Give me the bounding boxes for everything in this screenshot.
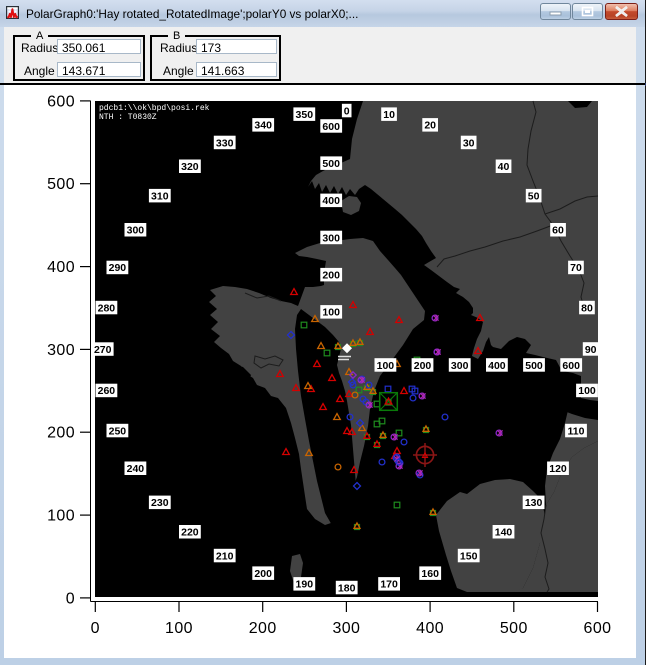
svg-text:300: 300 [47,342,75,359]
svg-text:100: 100 [165,620,193,637]
svg-text:400: 400 [416,620,444,637]
svg-text:220: 220 [181,527,199,539]
svg-text:0: 0 [91,620,100,637]
svg-text:200: 200 [414,360,432,372]
svg-text:NTH : T0830Z: NTH : T0830Z [99,113,157,122]
svg-text:500: 500 [500,620,528,637]
svg-text:300: 300 [127,225,145,237]
svg-text:100: 100 [47,508,75,525]
svg-text:170: 170 [380,579,398,591]
svg-text:100: 100 [377,360,395,372]
svg-text:290: 290 [109,262,127,274]
svg-text:120: 120 [549,463,567,475]
svg-text:70: 70 [570,262,582,274]
svg-text:330: 330 [216,137,234,149]
svg-text:190: 190 [296,579,314,591]
svg-text:160: 160 [421,568,439,580]
svg-text:90: 90 [585,344,597,356]
svg-text:200: 200 [322,270,340,282]
svg-text:350: 350 [296,109,314,121]
svg-text:200: 200 [47,425,75,442]
svg-text:600: 600 [562,360,580,372]
svg-text:300: 300 [332,620,360,637]
svg-text:500: 500 [47,176,75,193]
svg-text:60: 60 [552,225,564,237]
svg-text:400: 400 [488,360,506,372]
svg-text:80: 80 [581,302,593,314]
svg-text:200: 200 [254,568,272,580]
svg-text:200: 200 [249,620,277,637]
svg-text:270: 270 [94,344,112,356]
svg-text:pdcb1:\\ok\bpd\posi.rek: pdcb1:\\ok\bpd\posi.rek [99,104,210,113]
svg-text:500: 500 [525,360,543,372]
svg-text:100: 100 [322,307,340,319]
svg-text:110: 110 [568,425,585,437]
svg-text:50: 50 [528,191,540,203]
svg-text:130: 130 [525,497,543,509]
svg-text:240: 240 [127,463,145,475]
svg-text:40: 40 [498,161,510,173]
svg-text:210: 210 [216,550,234,562]
svg-text:400: 400 [47,259,75,276]
svg-text:250: 250 [109,425,127,437]
svg-text:260: 260 [98,385,116,397]
svg-text:0: 0 [344,105,350,117]
svg-text:600: 600 [584,620,612,637]
svg-text:500: 500 [322,158,340,170]
svg-text:10: 10 [383,109,395,121]
svg-text:30: 30 [463,137,475,149]
svg-text:310: 310 [151,191,169,203]
svg-text:0: 0 [66,590,75,607]
svg-text:150: 150 [460,550,478,562]
svg-text:230: 230 [151,497,169,509]
svg-text:300: 300 [451,360,469,372]
svg-text:180: 180 [338,582,356,594]
svg-text:400: 400 [322,195,340,207]
svg-text:20: 20 [424,120,436,132]
svg-text:600: 600 [47,93,75,110]
svg-text:600: 600 [322,121,340,133]
svg-text:280: 280 [98,302,116,314]
svg-text:340: 340 [254,120,272,132]
svg-text:320: 320 [181,161,199,173]
svg-text:300: 300 [322,232,340,244]
svg-text:100: 100 [578,385,596,397]
svg-text:140: 140 [495,527,513,539]
